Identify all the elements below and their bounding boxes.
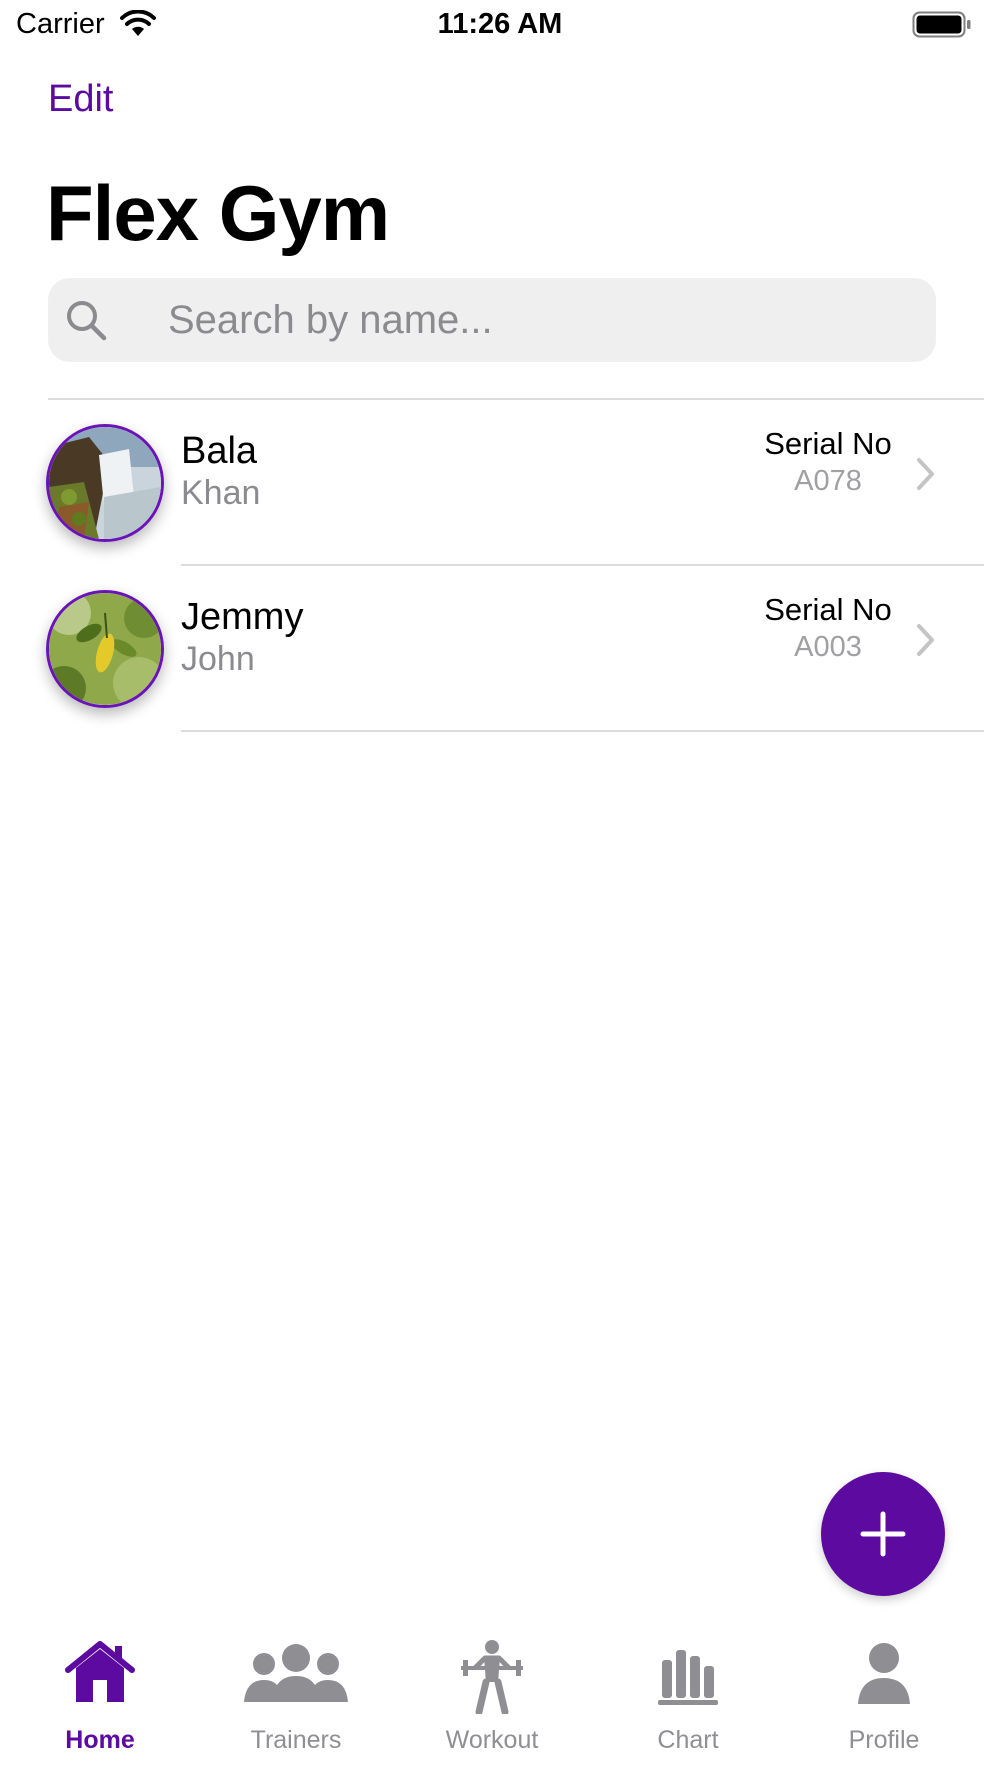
avatar [46,424,164,542]
list-item[interactable]: Bala Khan Serial No A078 [0,400,1000,566]
chart-icon [588,1638,788,1718]
tab-bar: Home Trainers Workout Chart Profile [0,1630,1000,1778]
chevron-right-icon [914,622,938,663]
member-first-name: Bala [181,430,258,472]
avatar [46,590,164,708]
battery-icon [912,10,972,45]
plus-icon [860,1511,906,1557]
tab-label: Workout [445,1726,539,1754]
tab-trainers[interactable]: Trainers [196,1630,396,1778]
tab-label: Trainers [250,1726,342,1754]
status-bar: Carrier 11:26 AM [0,0,1000,52]
tab-label: Chart [657,1726,719,1754]
status-time: 11:26 AM [437,8,563,40]
leaf-photo [49,593,161,705]
home-icon [0,1638,200,1718]
tab-home[interactable]: Home [0,1630,200,1778]
page-title: Flex Gym [46,169,390,257]
tab-label: Profile [848,1726,920,1754]
profile-icon [784,1638,984,1718]
list-item[interactable]: Jemmy John Serial No A003 [0,566,1000,732]
tab-workout[interactable]: Workout [392,1630,592,1778]
member-first-name: Jemmy [181,596,304,638]
waterfall-photo [49,427,161,539]
tab-chart[interactable]: Chart [588,1630,788,1778]
trainers-icon [196,1638,396,1718]
chevron-right-icon [914,456,938,497]
tab-profile[interactable]: Profile [784,1630,984,1778]
list-separator [181,730,984,732]
workout-icon [392,1638,592,1718]
search-bar[interactable] [48,278,936,362]
member-last-name: John [181,640,255,678]
edit-button[interactable]: Edit [48,78,113,121]
search-input[interactable] [120,278,920,362]
member-last-name: Khan [181,474,261,512]
add-member-button[interactable] [821,1472,945,1596]
tab-label: Home [65,1726,135,1754]
search-icon [64,298,108,347]
